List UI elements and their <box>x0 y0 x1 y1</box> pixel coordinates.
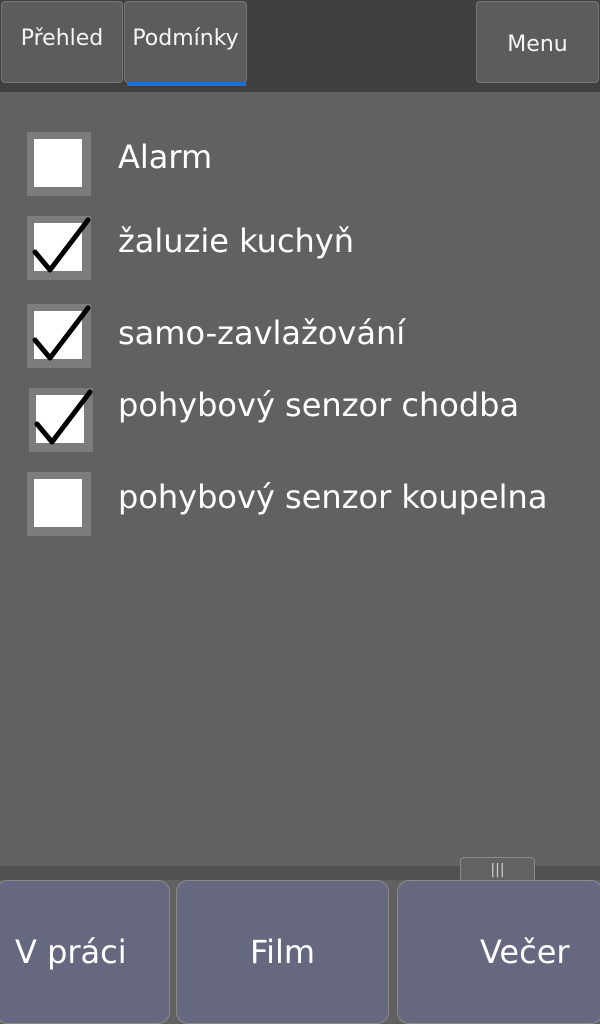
tab-prehled[interactable]: Přehled <box>1 1 123 83</box>
menu-button-label: Menu <box>507 32 568 57</box>
condition-label: žaluzie kuchyň <box>118 222 355 260</box>
checkbox-senzor-chodba[interactable] <box>29 388 93 452</box>
condition-label: Alarm <box>118 138 213 176</box>
scene-button-v-praci[interactable]: V práci <box>0 880 170 1024</box>
condition-item-alarm[interactable]: Alarm <box>0 128 600 198</box>
checkmark-icon <box>32 305 91 361</box>
condition-label: pohybový senzor koupelna <box>118 478 548 516</box>
condition-label: pohybový senzor chodba <box>118 386 520 424</box>
scene-button-label: V práci <box>15 933 127 971</box>
checkmark-icon <box>32 217 91 273</box>
condition-item-zaluzie-kuchyn[interactable]: žaluzie kuchyň <box>0 212 600 282</box>
checkbox-box <box>34 139 82 187</box>
checkbox-alarm[interactable] <box>27 132 91 196</box>
checkbox-zaluzie-kuchyn[interactable] <box>27 216 91 280</box>
tab-prehled-label: Přehled <box>20 26 104 51</box>
tab-podminky-label: Podmínky <box>132 26 239 51</box>
tab-podminky[interactable]: Podmínky <box>124 1 247 83</box>
checkbox-samo-zavlazovani[interactable] <box>27 304 91 368</box>
scene-button-label: Film <box>249 933 316 971</box>
condition-label: samo-zavlažování <box>118 314 406 352</box>
active-tab-indicator <box>127 82 246 86</box>
condition-item-samo-zavlazovani[interactable]: samo-zavlažování <box>0 300 600 370</box>
checkbox-box <box>34 479 82 527</box>
scene-button-vecer[interactable]: Večer <box>397 880 600 1024</box>
checkmark-icon <box>34 389 93 445</box>
scene-button-label: Večer <box>480 933 570 971</box>
scene-button-film[interactable]: Film <box>176 880 389 1024</box>
top-bar: Přehled Podmínky Menu <box>0 0 600 92</box>
app-window: Přehled Podmínky Menu Alarm žaluzie kuch… <box>0 0 600 1024</box>
menu-button[interactable]: Menu <box>476 1 599 83</box>
condition-item-senzor-chodba[interactable]: pohybový senzor chodba <box>0 384 600 454</box>
condition-item-senzor-koupelna[interactable]: pohybový senzor koupelna <box>0 468 600 538</box>
checkbox-senzor-koupelna[interactable] <box>27 472 91 536</box>
